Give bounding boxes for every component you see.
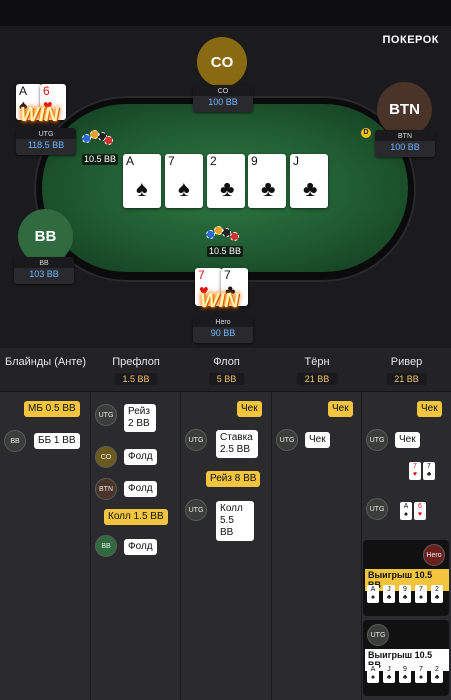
seat-btn-stack: 100 BB (390, 142, 420, 152)
action-utg-raise: Рейз 2 BB (124, 404, 156, 432)
position-co: CO (95, 446, 117, 468)
seat-co-name: CO (193, 85, 253, 96)
seat-hero-stack: 90 BB (210, 328, 236, 338)
hero-best-card-1: A ♠ (367, 585, 379, 603)
hero-best-card-4: 7 ♠ (415, 585, 427, 603)
seat-co-info: CO 100 BB (193, 85, 253, 112)
position-bb: BB (95, 535, 117, 557)
column-header-flop: Флоп 5 BB (181, 348, 272, 392)
column-title: Блайнды (Анте) (4, 356, 86, 368)
column-title: Префлоп (112, 356, 160, 368)
board-card-4: 9 ♣ (248, 154, 286, 208)
hand-replay: ПОКЕРОК CO CO 100 BB BTN D BTN 100 BB A … (0, 0, 451, 700)
action-history: Блайнды (Анте) Префлоп 1.5 BB Флоп 5 BB … (0, 348, 451, 700)
seat-bb-avatar[interactable]: BB (18, 209, 73, 264)
action-btn-fold: Фолд (124, 481, 157, 497)
hero-win-badge: WIN (200, 290, 239, 312)
seat-utg-stack: 118.5 BB (27, 140, 65, 150)
action-sb: МБ 0.5 BB (24, 401, 80, 417)
result-hero-avatar: Hero (423, 544, 445, 566)
position-utg: UTG (185, 499, 207, 521)
action-utg-call: Колл 5.5 BB (216, 501, 254, 541)
position-utg: UTG (276, 429, 298, 451)
utg-result-box: UTG Выигрыш 10.5 BB A♠ J♣ 9♣ 7♠ 2♣ (363, 620, 449, 696)
action-hero-check-flop: Чек (237, 401, 262, 417)
utg-best-card-2: J ♣ (383, 665, 395, 683)
dealer-button: D (361, 128, 371, 138)
position-bb: BB (4, 430, 26, 452)
hero-result-box: Hero Выигрыш 10.5 BB A♠ J♣ 9♣ 7♠ 2♣ (363, 540, 449, 616)
seat-co-stack: 100 BB (208, 97, 238, 107)
river-hero-card-1: 7 ♥ (409, 462, 421, 480)
action-bb-fold: Фолд (124, 539, 157, 555)
action-bb-call: Колл 1.5 BB (104, 509, 168, 525)
board-card-2: 7 ♠ (165, 154, 203, 208)
utg-best-card-1: A ♠ (367, 665, 379, 683)
seat-hero-name: Hero (193, 316, 253, 327)
column-title: Тёрн (304, 356, 330, 368)
board-card-3: 2 ♣ (207, 154, 245, 208)
column-header-turn: Тёрн 21 BB (272, 348, 362, 392)
seat-bb-stack: 103 BB (29, 269, 59, 279)
utg-bet-chips (82, 128, 116, 146)
column-header-river: Ривер 21 BB (362, 348, 451, 392)
brand-logo: ПОКЕРОК (382, 34, 439, 46)
position-utg: UTG (366, 498, 388, 520)
action-utg-bet: Ставка 2.5 BB (216, 430, 258, 458)
seat-hero-info: Hero 90 BB (193, 316, 253, 343)
seat-bb-name: BB (14, 257, 74, 268)
action-hero-check-turn: Чек (328, 401, 353, 417)
position-utg: UTG (366, 429, 388, 451)
column-header-preflop: Префлоп 1.5 BB (91, 348, 181, 392)
action-hero-check-river: Чек (417, 401, 442, 417)
column-header-blinds: Блайнды (Анте) (0, 348, 91, 392)
seat-bb-info: BB 103 BB (14, 257, 74, 284)
column-pot: 21 BB (386, 373, 427, 385)
column-pot: 5 BB (208, 373, 245, 385)
seat-btn-name: BTN (375, 130, 435, 141)
position-btn: BTN (95, 478, 117, 500)
table-area: ПОКЕРОК CO CO 100 BB BTN D BTN 100 BB A … (0, 0, 451, 348)
seat-btn-info: BTN 100 BB (375, 130, 435, 157)
status-bar (0, 0, 451, 26)
position-utg: UTG (95, 404, 117, 426)
column-pot: 1.5 BB (114, 373, 158, 385)
action-utg-check-river: Чек (395, 432, 420, 448)
position-utg: UTG (185, 429, 207, 451)
action-utg-check-turn: Чек (305, 432, 330, 448)
river-utg-card-1: A ♠ (400, 502, 412, 520)
column-title: Ривер (390, 356, 423, 368)
utg-bet-amount: 10.5 BB (82, 154, 119, 165)
pot-amount: 10.5 BB (207, 246, 244, 257)
utg-best-card-5: 2 ♣ (431, 665, 443, 683)
seat-btn-avatar[interactable]: BTN (377, 82, 432, 137)
hero-best-card-2: J ♣ (383, 585, 395, 603)
action-co-fold: Фолд (124, 449, 157, 465)
hero-best-card-5: 2 ♣ (431, 585, 443, 603)
column-title: Флоп (213, 356, 240, 368)
pot-chips (206, 224, 240, 242)
utg-win-badge: WIN (20, 104, 59, 126)
seat-utg-info: UTG 118.5 BB (16, 128, 76, 155)
action-hero-raise: Рейз 8 BB (206, 471, 261, 487)
action-bb: ББ 1 BB (34, 433, 80, 449)
seat-co-avatar[interactable]: CO (197, 37, 247, 87)
result-utg-avatar: UTG (367, 624, 389, 646)
hero-best-card-3: 9 ♣ (399, 585, 411, 603)
utg-best-card-3: 9 ♣ (399, 665, 411, 683)
seat-utg-name: UTG (16, 128, 76, 139)
river-hero-card-2: 7 ♣ (423, 462, 435, 480)
utg-best-card-4: 7 ♠ (415, 665, 427, 683)
column-pot: 21 BB (296, 373, 338, 385)
board-card-5: J ♣ (290, 154, 328, 208)
river-utg-card-2: 6 ♥ (414, 502, 426, 520)
board-card-1: A ♠ (123, 154, 161, 208)
